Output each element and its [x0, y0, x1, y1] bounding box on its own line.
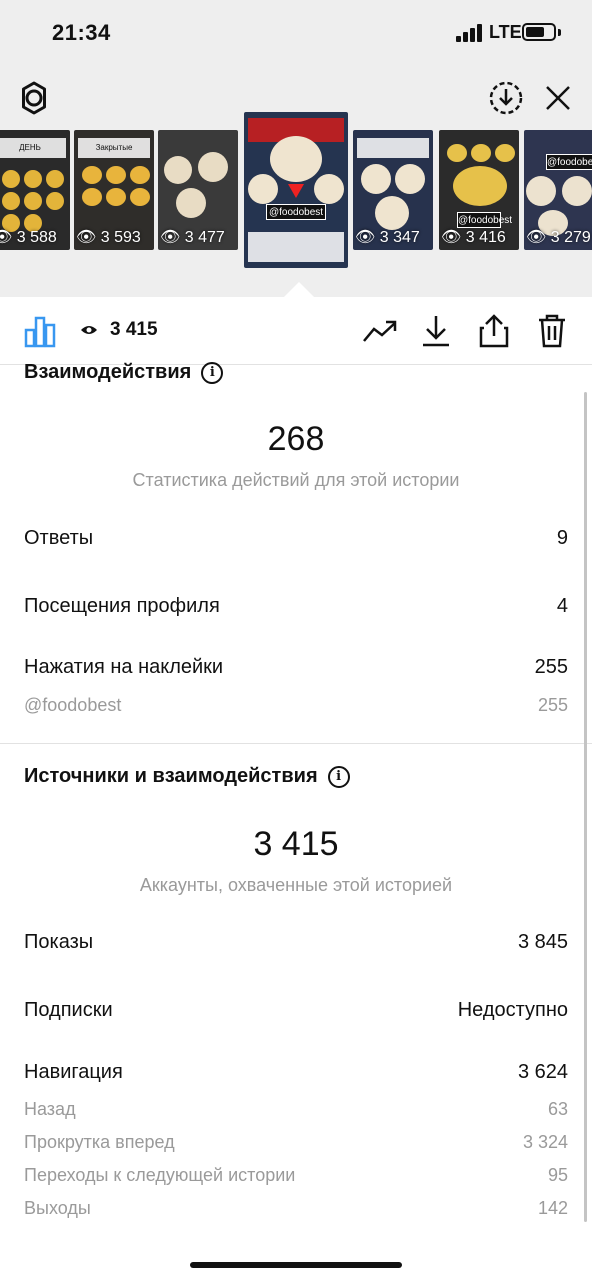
battery-cap [558, 29, 561, 36]
stat-value: 4 [556, 595, 568, 617]
stat-value: 3 845 [517, 931, 568, 953]
view-count: 👁 3 416 [441, 229, 506, 246]
interactions-heading: Взаимодействия i [24, 361, 224, 384]
story-thumbnail[interactable]: 👁 3 347 [353, 130, 433, 250]
stat-value: 3 624 [517, 1061, 568, 1083]
download-icon[interactable] [416, 311, 456, 351]
stat-label: Подписки [24, 999, 113, 1021]
thumbnail-caption: Закрытые [78, 138, 150, 158]
stat-subrow-next-story: Переходы к следующей истории 95 [24, 1165, 568, 1186]
status-time: 21:34 [52, 20, 111, 45]
stat-label: Прокрутка вперед [24, 1132, 175, 1152]
stat-row-follows: Подписки Недоступно [24, 999, 568, 1022]
story-thumbnail[interactable]: Закрытые 👁 3 593 [74, 130, 154, 250]
mention-sticker: @foodobest [457, 212, 512, 228]
stat-value: 9 [556, 527, 568, 549]
stat-row-navigation: Навигация 3 624 [24, 1061, 568, 1084]
share-icon[interactable] [474, 311, 514, 351]
stat-subrow-forward: Прокрутка вперед 3 324 [24, 1132, 568, 1153]
stat-value: 255 [534, 656, 568, 678]
battery-icon [522, 23, 556, 41]
arrow-icon [288, 184, 304, 198]
home-indicator[interactable] [190, 1262, 402, 1268]
stat-row-profile-visits: Посещения профиля 4 [24, 595, 568, 618]
thumbnail-text-box [248, 232, 344, 262]
stat-value: 95 [547, 1165, 568, 1185]
story-thumbnails: ДЕНЬ ИНСТАГРАМ 👁 3 588 Закрытые 👁 3 593 [0, 112, 592, 272]
info-icon[interactable]: i [201, 361, 224, 384]
info-icon[interactable]: i [327, 765, 350, 788]
network-label: LTE [489, 22, 522, 42]
stat-row-replies: Ответы 9 [24, 527, 568, 550]
stat-value: 142 [537, 1198, 568, 1218]
stat-subrow-back: Назад 63 [24, 1099, 568, 1120]
trending-up-icon[interactable] [360, 311, 400, 351]
stat-subrow-exits: Выходы 142 [24, 1198, 568, 1219]
trash-icon[interactable] [532, 311, 572, 351]
scrollbar[interactable] [584, 392, 587, 1222]
story-thumbnail[interactable]: @foodobest 👁 3 279 [524, 130, 592, 250]
stat-label: Переходы к следующей истории [24, 1165, 296, 1185]
stat-label: Навигация [24, 1061, 123, 1083]
stat-value: 3 324 [522, 1132, 568, 1152]
stat-value: 255 [537, 695, 568, 715]
stat-label: Нажатия на наклейки [24, 656, 224, 678]
views-counter: 3 415 [80, 319, 158, 341]
stat-row-impressions: Показы 3 845 [24, 931, 568, 954]
bar-chart-icon[interactable] [20, 311, 60, 351]
interactions-title: Взаимодействия [24, 361, 192, 383]
stat-label: Ответы [24, 527, 94, 549]
stat-label: Выходы [24, 1198, 91, 1218]
stat-label: Назад [24, 1099, 76, 1119]
story-toolbar: 3 415 [0, 297, 592, 365]
story-thumbnail-selected[interactable]: @foodobest [244, 112, 348, 268]
story-thumbnail[interactable]: ДЕНЬ ИНСТАГРАМ 👁 3 588 [0, 130, 70, 250]
stat-subrow-mention: @foodobest 255 [24, 695, 568, 716]
view-count: 👁 3 347 [355, 229, 420, 246]
stat-value: Недоступно [457, 999, 568, 1021]
signal-icon [456, 24, 484, 42]
discovery-caption: Аккаунты, охваченные этой историей [139, 875, 453, 895]
stat-row-sticker-taps: Нажатия на наклейки 255 [24, 656, 568, 679]
view-count: 👁 3 279 [526, 229, 591, 246]
stat-label: @foodobest [24, 695, 122, 715]
discovery-total: 3 415 [253, 825, 339, 863]
stat-label: Показы [24, 931, 94, 953]
discovery-title: Источники и взаимодействия [24, 765, 318, 787]
story-thumbnail[interactable]: @foodobest 👁 3 416 [439, 130, 519, 250]
interactions-total: 268 [267, 420, 325, 458]
section-divider [0, 743, 592, 744]
interactions-caption: Статистика действий для этой истории [132, 470, 460, 490]
view-count: 👁 3 477 [160, 229, 225, 246]
selected-story-pointer [284, 282, 314, 297]
status-bar: 21:34 LTE [0, 0, 592, 64]
thumbnail-caption [357, 138, 429, 158]
stat-label: Посещения профиля [24, 595, 220, 617]
thumbnail-caption: ДЕНЬ ИНСТАГРАМ [0, 138, 66, 158]
stat-value: 63 [547, 1099, 568, 1119]
story-preview-area: 21:34 LTE ДЕНЬ 👁 3 588 Закрытые 👁 3 593 … [0, 0, 592, 297]
mention-sticker: @foodobest [266, 204, 326, 220]
view-count: 👁 3 588 [0, 229, 57, 246]
discovery-heading: Источники и взаимодействия i [24, 765, 350, 788]
views-count: 3 415 [110, 319, 158, 340]
mention-sticker: @foodobest [546, 154, 592, 170]
view-count: 👁 3 593 [76, 229, 141, 246]
eye-icon [81, 326, 97, 334]
story-thumbnail[interactable]: 👁 3 477 [158, 130, 238, 250]
